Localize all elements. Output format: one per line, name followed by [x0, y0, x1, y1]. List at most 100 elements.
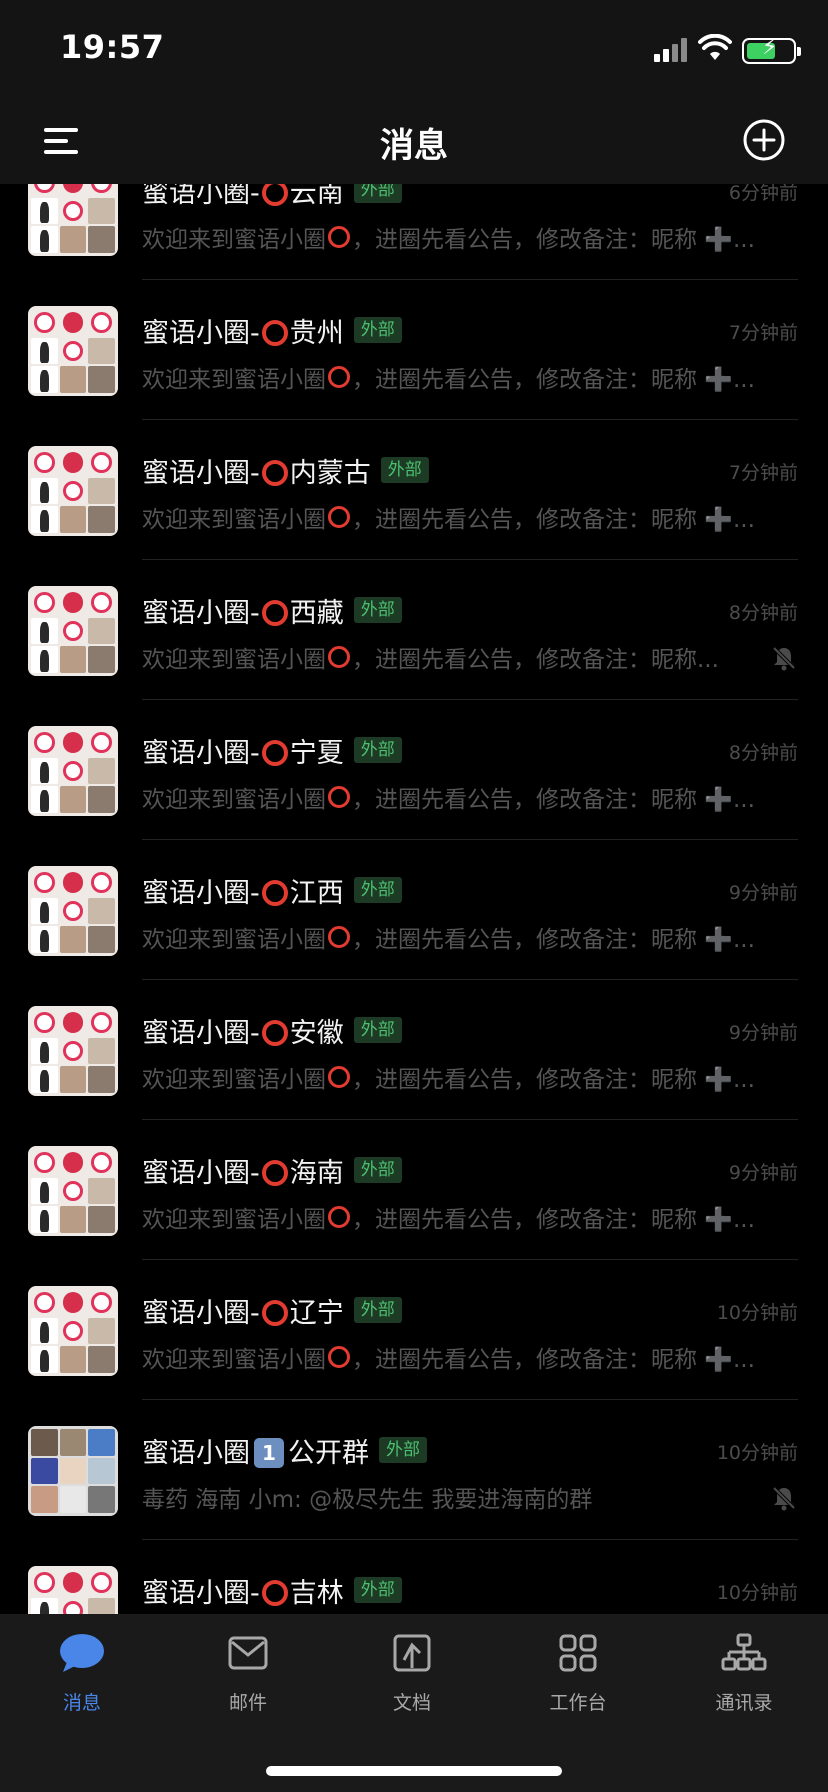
conversation-name: 蜜语小圈- 宁夏	[142, 737, 344, 769]
conversation-row[interactable]: 蜜语小圈- 安徽 外部 9分钟前 欢迎来到蜜语小圈 ，进圈先看公告，修改备注：昵称 ➕..…	[0, 980, 828, 1120]
external-badge: 外部	[353, 877, 402, 903]
group-avatar	[28, 1426, 118, 1516]
mute-bell-icon	[770, 644, 798, 672]
red-circle-emoji	[328, 1066, 350, 1088]
conversation-time: 9分钟前	[728, 882, 798, 904]
conversation-row[interactable]: 蜜语小圈- 辽宁 外部 10分钟前 欢迎来到蜜语小圈 ，进圈先看公告，修改备注：昵称 ➕.…	[0, 1260, 828, 1400]
conversation-preview: 欢迎来到蜜语小圈 ，进圈先看公告，修改备注：昵称 ➕...	[142, 926, 755, 953]
conversation-time: 10分钟前	[716, 1582, 798, 1604]
external-badge: 外部	[353, 737, 402, 763]
conversation-name: 蜜语小圈- 海南	[142, 1157, 344, 1189]
red-circle-emoji	[328, 926, 350, 948]
add-icon[interactable]	[742, 118, 786, 162]
external-badge: 外部	[353, 1297, 402, 1323]
tab-label: 通讯录	[715, 1692, 773, 1714]
group-avatar	[28, 1286, 118, 1376]
conversation-row[interactable]: 蜜语小圈 1 公开群 外部 10分钟前毒药 海南 小m: @极尽先生 我要进海南的群	[0, 1400, 828, 1540]
tab-label: 邮件	[228, 1692, 267, 1714]
red-circle-emoji	[328, 1206, 350, 1228]
status-bar: 19:57 ⚡	[0, 0, 828, 100]
red-circle-emoji	[261, 1299, 288, 1326]
conversation-preview: 欢迎来到蜜语小圈 ，进圈先看公告，修改备注：昵称 ➕...	[142, 506, 755, 533]
red-circle-emoji	[261, 1019, 288, 1046]
conversation-preview: 欢迎来到蜜语小圈 ，进圈先看公告，修改备注：昵称 ➕...	[142, 1206, 755, 1233]
conversation-time: 7分钟前	[728, 462, 798, 484]
conversation-preview: 欢迎来到蜜语小圈 ，进圈先看公告，修改备注：昵称 ➕...	[142, 786, 755, 813]
page-title: 消息	[380, 126, 448, 166]
red-circle-emoji	[328, 506, 350, 528]
red-circle-emoji	[261, 599, 288, 626]
conversation-row[interactable]: 蜜语小圈- 宁夏 外部 8分钟前欢迎来到蜜语小圈 ，进圈先看公告，修改备注：昵称 ➕..…	[0, 700, 828, 840]
group-avatar	[28, 1006, 118, 1096]
cellular-signal-icon	[654, 38, 690, 62]
external-badge: 外部	[353, 1157, 402, 1183]
conversation-row[interactable]: 蜜语小圈- 海南 外部 9分钟前欢迎来到蜜语小圈 ，进圈先看公告，修改备注：昵称 ➕..…	[0, 1120, 828, 1260]
keycap-one-emoji: 1	[254, 1437, 284, 1468]
conversation-preview: 欢迎来到蜜语小圈 ，进圈先看公告，修改备注：昵称...	[142, 646, 719, 673]
contacts-icon	[721, 1633, 767, 1671]
group-avatar	[28, 446, 118, 536]
red-circle-emoji	[261, 1159, 288, 1186]
red-circle-emoji	[328, 366, 350, 388]
conversation-time: 9分钟前	[728, 1162, 798, 1184]
red-circle-emoji	[261, 739, 288, 766]
red-circle-emoji	[328, 786, 350, 808]
conversation-row[interactable]: 蜜语小圈- 贵州 外部 7分钟前 欢迎来到蜜语小圈 ，进圈先看公告，修改备注：昵称 ➕..…	[0, 280, 828, 420]
group-avatar	[28, 866, 118, 956]
conversation-row[interactable]: 蜜语小圈- 内蒙古 外部 7分钟前 欢迎来到蜜语小圈 ，进圈先看公告，修改备注：昵称 ➕.…	[0, 420, 828, 560]
home-indicator	[266, 1766, 562, 1776]
group-avatar	[28, 306, 118, 396]
group-avatar	[28, 1566, 118, 1614]
external-badge: 外部	[353, 317, 402, 343]
conversation-name: 蜜语小圈- 江西	[142, 877, 344, 909]
conversation-time: 8分钟前	[728, 742, 798, 764]
tab-contacts[interactable]: 通讯录	[684, 1628, 804, 1715]
tab-messages[interactable]: 消息	[22, 1628, 142, 1715]
battery-icon: ⚡	[742, 37, 801, 64]
red-circle-emoji	[261, 319, 288, 346]
red-circle-emoji	[261, 1579, 288, 1606]
red-circle-emoji	[328, 226, 350, 248]
conversation-name: 蜜语小圈- 吉林	[142, 1577, 344, 1609]
group-avatar	[28, 184, 118, 256]
red-circle-emoji	[261, 459, 288, 486]
mail-icon	[228, 1636, 268, 1670]
conversation-time: 10分钟前	[716, 1442, 798, 1464]
conversation-row[interactable]: 蜜语小圈- 西藏 外部 8分钟前 欢迎来到蜜语小圈 ，进圈先看公告，修改备注：昵称...	[0, 560, 828, 700]
conversation-list[interactable]: 蜜语小圈- 云南 外部 6分钟前 欢迎来到蜜语小圈 ，进圈先看公告，修改备注：昵称 ➕..…	[0, 184, 828, 1614]
tab-mail[interactable]: 邮件	[188, 1628, 308, 1715]
conversation-time: 7分钟前	[728, 322, 798, 344]
group-avatar	[28, 726, 118, 816]
external-badge: 外部	[380, 457, 429, 483]
tab-workbench[interactable]: 工作台	[518, 1628, 638, 1715]
conversation-name: 蜜语小圈- 安徽	[142, 1017, 344, 1049]
conversation-time: 6分钟前	[728, 184, 798, 204]
tab-docs[interactable]: 文档	[352, 1628, 472, 1715]
tab-bar: 消息 邮件 文档 工作台 通讯录	[0, 1614, 828, 1792]
group-avatar	[28, 1146, 118, 1236]
nav-bar: 消息	[0, 100, 828, 184]
external-badge: 外部	[353, 1577, 402, 1603]
conversation-name: 蜜语小圈 1 公开群	[142, 1437, 369, 1469]
red-circle-emoji	[328, 1346, 350, 1368]
external-badge: 外部	[353, 597, 402, 623]
external-badge: 外部	[379, 1437, 427, 1463]
conversation-row[interactable]: 蜜语小圈-吉林外部10分钟前欢迎来到蜜语小圈，进圈先看公告，修改备注：昵称 ➕.…	[0, 1540, 828, 1614]
conversation-name: 蜜语小圈- 西藏	[142, 597, 344, 629]
mute-bell-icon	[770, 1484, 798, 1512]
status-time: 19:57	[60, 28, 165, 66]
wifi-icon	[698, 34, 732, 60]
tab-label: 工作台	[549, 1692, 607, 1714]
red-circle-emoji	[261, 879, 288, 906]
red-circle-emoji	[328, 646, 350, 668]
conversation-name: 蜜语小圈- 云南	[142, 184, 344, 210]
grid-icon	[559, 1634, 597, 1672]
conversation-time: 8分钟前	[728, 602, 798, 624]
conversation-row[interactable]: 蜜语小圈- 江西 外部 9分钟前欢迎来到蜜语小圈 ，进圈先看公告，修改备注：昵称 ➕..…	[0, 840, 828, 980]
conversation-row[interactable]: 蜜语小圈- 云南 外部 6分钟前 欢迎来到蜜语小圈 ，进圈先看公告，修改备注：昵称 ➕..…	[0, 184, 828, 280]
conversation-name: 蜜语小圈- 贵州	[142, 317, 344, 349]
external-badge: 外部	[353, 1017, 402, 1043]
conversation-name: 蜜语小圈- 辽宁	[142, 1297, 344, 1329]
conversation-preview: 毒药 海南 小m: @极尽先生 我要进海南的群	[142, 1487, 593, 1513]
external-badge: 外部	[353, 184, 402, 203]
